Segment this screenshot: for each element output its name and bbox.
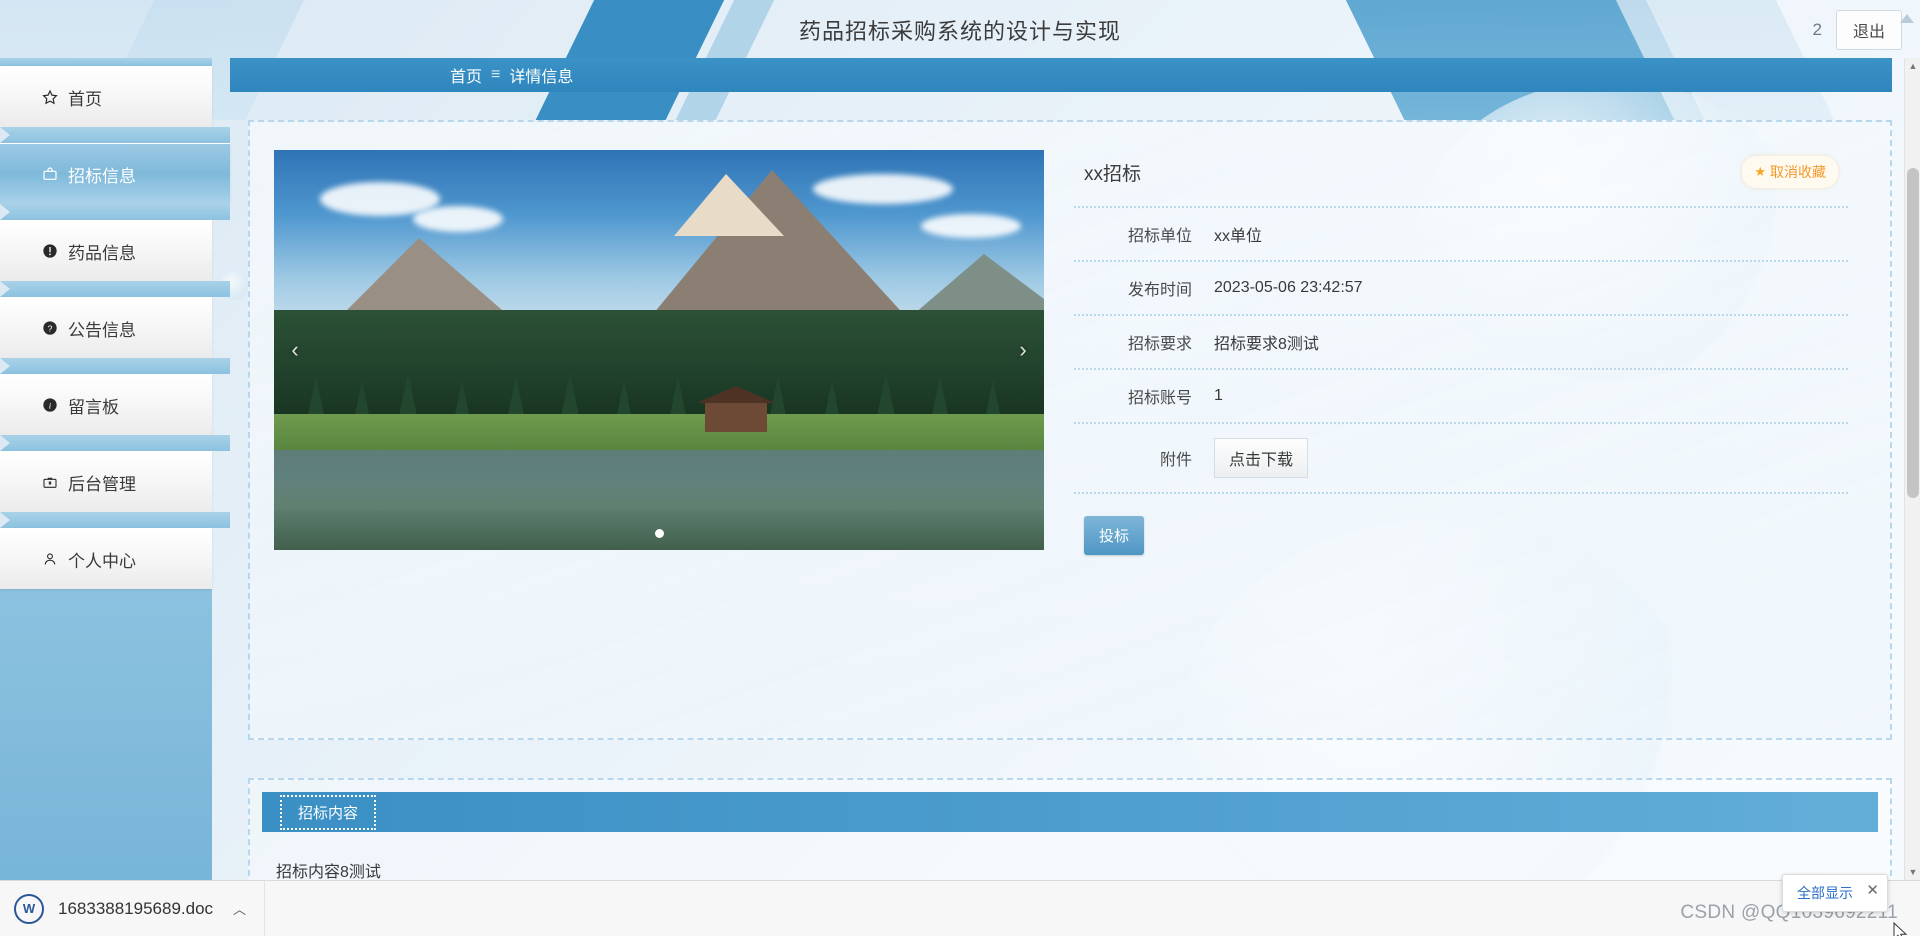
sidebar-item-label: 招标信息 [68, 166, 136, 186]
download-file-name: 1683388195689.doc [58, 898, 214, 918]
briefcase-outline-icon [42, 474, 68, 490]
section-tab-label: 招标内容 [280, 794, 377, 830]
submit-bid-button[interactable]: 投标 [1084, 516, 1145, 555]
scrollbar-thumb[interactable] [1907, 168, 1919, 498]
sidebar-item-label: 个人中心 [68, 551, 136, 571]
sidebar-item-home[interactable]: 首页 [0, 66, 212, 127]
star-icon: ★ [1754, 164, 1766, 179]
detail-row-value: xx单位 [1214, 228, 1263, 245]
detail-row-attachment: 附件 点击下载 [1074, 424, 1848, 494]
carousel-next-icon[interactable]: › [1008, 330, 1038, 370]
show-all-downloads-label: 全部显示 [1797, 885, 1853, 901]
sidebar-item-bidding-info[interactable]: 招标信息 [0, 143, 248, 300]
sidebar-separator [0, 204, 230, 220]
detail-row-label: 招标要求 [1127, 336, 1192, 353]
detail-row-unit: 招标单位 xx单位 [1074, 208, 1848, 262]
sidebar-separator [0, 358, 230, 374]
app-header: 药品招标采购系统的设计与实现 2 退出 [0, 0, 1920, 60]
carousel-dot[interactable] [654, 529, 664, 538]
detail-row-label: 发布时间 [1127, 282, 1192, 299]
close-icon[interactable]: ✕ [1866, 881, 1879, 899]
sidebar-separator [0, 435, 230, 451]
scroll-top-icon[interactable] [1900, 14, 1914, 23]
main-content: 首页 ≡ 详情信息 ‹ › xx招标 ★ 取消收藏 招标单位 xx单位 发布时间… [230, 58, 1920, 936]
detail-row-value: 招标要求8测试 [1214, 336, 1319, 353]
sidebar-item-label: 留言板 [68, 397, 119, 417]
sidebar-item-announcement[interactable]: ? 公告信息 [0, 297, 212, 358]
briefcase-icon [42, 166, 68, 182]
sidebar: 首页 招标信息 药品信息 ? 公告信息 i 留言板 后台管理 个人中心 [0, 58, 248, 936]
breadcrumb-home[interactable]: 首页 [450, 63, 482, 87]
section-header-bar: 招标内容 [262, 792, 1878, 832]
detail-row-account: 招标账号 1 [1074, 370, 1848, 424]
download-attachment-button[interactable]: 点击下载 [1214, 438, 1309, 478]
image-carousel[interactable]: ‹ › [274, 150, 1044, 550]
vertical-scrollbar[interactable]: ▲ ▼ [1904, 58, 1920, 880]
exclamation-circle-icon [42, 243, 68, 259]
detail-info-panel: xx招标 ★ 取消收藏 招标单位 xx单位 发布时间 2023-05-06 23… [1044, 150, 1866, 555]
detail-row-label: 招标账号 [1127, 390, 1192, 407]
page-title: 药品招标采购系统的设计与实现 [798, 19, 1121, 44]
detail-card: ‹ › xx招标 ★ 取消收藏 招标单位 xx单位 发布时间 2023-05-0… [248, 120, 1892, 740]
attachment-label: 附件 [1159, 452, 1192, 469]
sidebar-separator [0, 281, 230, 297]
question-circle-icon: ? [42, 320, 68, 336]
detail-row-value: 2023-05-06 23:42:57 [1214, 279, 1363, 296]
chevron-up-icon[interactable]: ︿ [227, 899, 246, 918]
sidebar-item-profile[interactable]: 个人中心 [0, 528, 212, 589]
show-all-downloads-popup[interactable]: 全部显示 ✕ [1782, 874, 1888, 912]
logout-button[interactable]: 退出 [1835, 10, 1902, 50]
carousel-slide-image [274, 150, 1044, 550]
cancel-favorite-button[interactable]: ★ 取消收藏 [1742, 156, 1838, 188]
detail-header-row: xx招标 ★ 取消收藏 [1074, 150, 1848, 208]
sidebar-separator [0, 127, 230, 143]
detail-row-value: 1 [1214, 387, 1223, 404]
carousel-prev-icon[interactable]: ‹ [280, 330, 310, 370]
detail-row-label: 招标单位 [1127, 228, 1192, 245]
star-icon [42, 89, 68, 105]
word-document-icon: W [14, 893, 44, 924]
sidebar-top-bar [0, 58, 212, 66]
detail-row-publish-time: 发布时间 2023-05-06 23:42:57 [1074, 262, 1848, 316]
svg-text:?: ? [48, 323, 53, 333]
info-circle-icon: i [42, 397, 68, 413]
sidebar-item-drug-info[interactable]: 药品信息 [0, 220, 212, 281]
user-icon [42, 551, 68, 567]
breadcrumb-separator-icon: ≡ [491, 66, 501, 83]
scroll-down-icon[interactable]: ▼ [1905, 864, 1920, 880]
header-actions: 2 退出 [1813, 0, 1902, 60]
user-count: 2 [1812, 20, 1822, 39]
cancel-favorite-label: 取消收藏 [1770, 164, 1826, 180]
sidebar-item-label: 药品信息 [68, 243, 136, 263]
sidebar-item-label: 首页 [68, 89, 102, 109]
sidebar-item-message-board[interactable]: i 留言板 [0, 374, 212, 435]
download-item[interactable]: W 1683388195689.doc ︿ [0, 880, 266, 936]
scroll-up-icon[interactable]: ▲ [1905, 58, 1920, 74]
sidebar-item-admin[interactable]: 后台管理 [0, 451, 212, 512]
carousel-indicators [274, 529, 1044, 538]
detail-row-requirement: 招标要求 招标要求8测试 [1074, 316, 1848, 370]
sidebar-item-label: 公告信息 [68, 320, 136, 340]
detail-title: xx招标 [1084, 163, 1142, 185]
app-root: 药品招标采购系统的设计与实现 2 退出 首页 招标信息 药品信息 ? 公告信息 … [0, 0, 1920, 936]
sidebar-separator [0, 512, 230, 528]
breadcrumb-current: 详情信息 [509, 69, 574, 86]
sidebar-item-label: 后台管理 [68, 474, 136, 494]
breadcrumb: 首页 ≡ 详情信息 [230, 58, 1892, 92]
download-bar: W 1683388195689.doc ︿ [0, 880, 1920, 936]
